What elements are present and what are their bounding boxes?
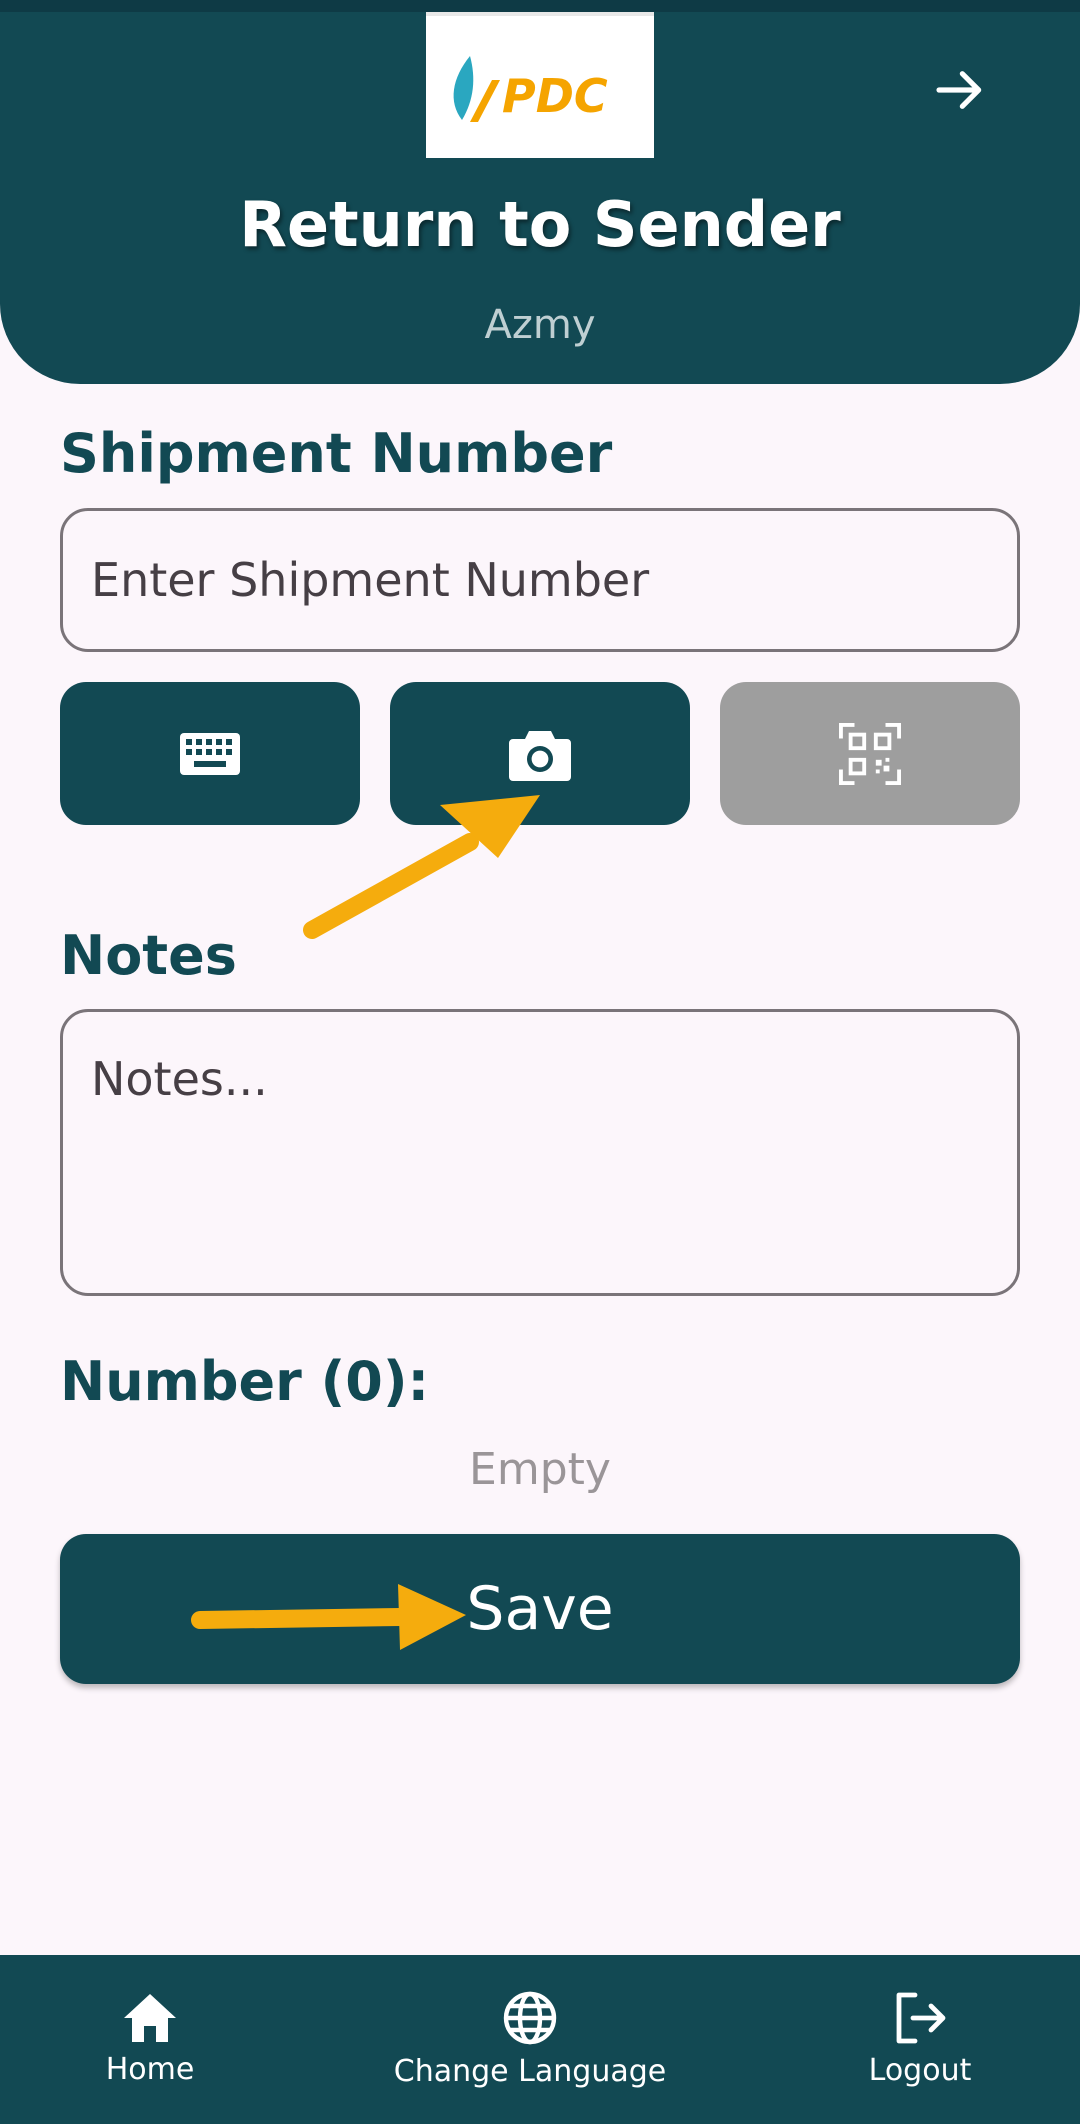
home-icon	[124, 1994, 176, 2042]
nav-logout-label: Logout	[868, 2053, 972, 2088]
header: PDC Return to Sender Azmy	[0, 12, 1080, 384]
globe-icon	[503, 1991, 557, 2045]
arrow-right-icon	[936, 71, 982, 109]
notes-label: Notes	[60, 924, 237, 987]
nav-home-label: Home	[105, 2052, 195, 2087]
nav-home[interactable]: Home	[60, 1955, 240, 2124]
pdc-logo: PDC	[426, 12, 654, 158]
svg-text:PDC: PDC	[502, 69, 608, 123]
keyboard-icon	[180, 732, 240, 775]
page-title: Return to Sender	[239, 188, 841, 261]
bottom-navigation: Home Change Language Logout	[0, 1955, 1080, 2124]
qr-code-icon	[839, 722, 901, 785]
shipment-number-input[interactable]	[60, 508, 1020, 652]
keyboard-input-button[interactable]	[60, 682, 360, 825]
nav-logout[interactable]: Logout	[830, 1955, 1010, 2124]
status-bar	[0, 0, 1080, 12]
nav-change-language[interactable]: Change Language	[380, 1955, 680, 2124]
notes-input[interactable]	[60, 1009, 1020, 1296]
return-to-sender-screen: PDC Return to Sender Azmy Shipment Numbe…	[0, 0, 1080, 2124]
qr-scan-button[interactable]	[720, 682, 1020, 825]
camera-scan-button[interactable]	[390, 682, 690, 825]
user-name: Azmy	[484, 302, 596, 348]
number-count-label: Number (0):	[60, 1350, 430, 1413]
empty-list-text: Empty	[469, 1444, 611, 1495]
nav-change-language-label: Change Language	[393, 2054, 667, 2089]
shipment-number-label: Shipment Number	[60, 422, 613, 485]
save-button[interactable]: Save	[60, 1534, 1020, 1684]
camera-icon	[509, 730, 571, 781]
logout-icon	[896, 1992, 946, 2044]
forward-button[interactable]	[920, 50, 1000, 130]
